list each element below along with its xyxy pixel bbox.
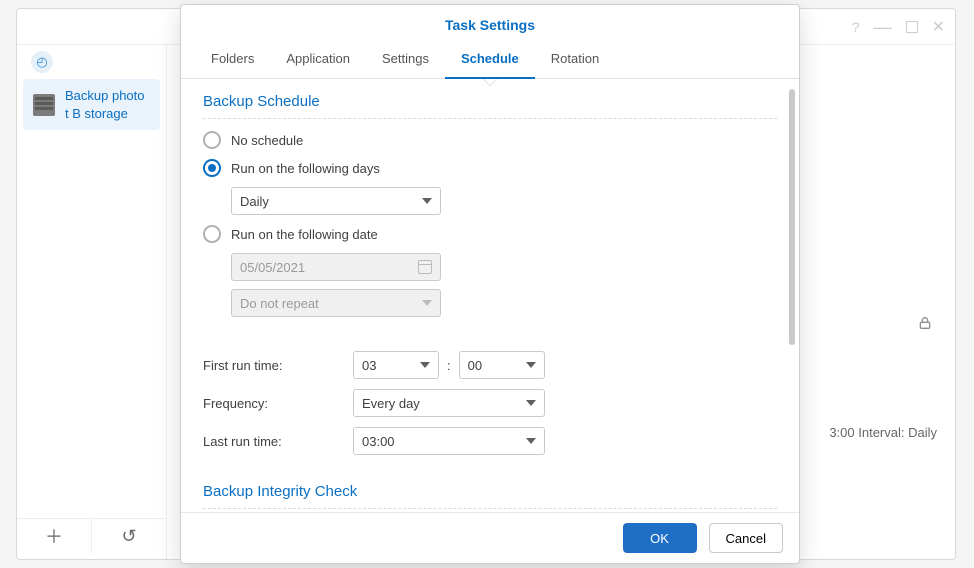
select-value: 03 <box>362 358 376 373</box>
chevron-down-icon <box>420 362 430 368</box>
cancel-button[interactable]: Cancel <box>709 523 783 553</box>
select-value: Do not repeat <box>240 296 319 311</box>
history-icon: ↺ <box>121 526 136 546</box>
chevron-down-icon <box>526 362 536 368</box>
tab-rotation[interactable]: Rotation <box>535 41 615 78</box>
tab-folders[interactable]: Folders <box>195 41 270 78</box>
tab-bar: Folders Application Settings Schedule Ro… <box>181 41 799 79</box>
add-task-button[interactable]: ＋ <box>17 519 92 553</box>
radio-label: Run on the following days <box>231 161 380 176</box>
tab-schedule[interactable]: Schedule <box>445 41 535 78</box>
radio-following-days[interactable]: Run on the following days <box>203 159 777 177</box>
select-value: Daily <box>240 194 269 209</box>
select-value: Every day <box>362 396 420 411</box>
radio-icon <box>203 225 221 243</box>
time-separator: : <box>447 358 451 373</box>
scrollbar[interactable] <box>789 89 795 502</box>
frequency-label: Frequency: <box>203 396 353 411</box>
section-integrity-check: Backup Integrity Check <box>203 483 777 509</box>
calendar-icon <box>418 260 432 274</box>
days-select[interactable]: Daily <box>231 187 441 215</box>
app-icon: ◴ <box>31 51 53 73</box>
dialog-footer: OK Cancel <box>181 512 799 563</box>
last-run-select[interactable]: 03:00 <box>353 427 545 455</box>
radio-icon <box>203 131 221 149</box>
lock-icon[interactable] <box>917 315 933 334</box>
maximize-icon[interactable] <box>906 21 918 33</box>
radio-no-schedule[interactable]: No schedule <box>203 131 777 149</box>
chevron-down-icon <box>526 400 536 406</box>
repeat-select: Do not repeat <box>231 289 441 317</box>
dialog-title: Task Settings <box>181 5 799 41</box>
date-value: 05/05/2021 <box>240 260 305 275</box>
scroll-thumb[interactable] <box>789 89 795 345</box>
schedule-summary-text: 3:00 Interval: Daily <box>829 425 937 440</box>
frequency-select[interactable]: Every day <box>353 389 545 417</box>
chevron-down-icon <box>422 300 432 306</box>
radio-icon <box>203 159 221 177</box>
section-backup-schedule: Backup Schedule <box>203 93 777 119</box>
select-value: 00 <box>468 358 482 373</box>
task-list-item[interactable]: Backup photo t B storage <box>23 79 160 130</box>
select-value: 03:00 <box>362 434 395 449</box>
first-run-min-select[interactable]: 00 <box>459 351 545 379</box>
last-run-label: Last run time: <box>203 434 353 449</box>
close-icon[interactable]: ✕ <box>932 17 945 37</box>
first-run-hour-select[interactable]: 03 <box>353 351 439 379</box>
radio-label: No schedule <box>231 133 303 148</box>
radio-label: Run on the following date <box>231 227 378 242</box>
chevron-down-icon <box>526 438 536 444</box>
history-button[interactable]: ↺ <box>92 519 166 553</box>
dialog-body: Backup Schedule No schedule Run on the f… <box>181 79 799 512</box>
storage-icon <box>33 94 55 116</box>
date-field: 05/05/2021 <box>231 253 441 281</box>
help-icon[interactable]: ? <box>852 19 860 35</box>
chevron-down-icon <box>422 198 432 204</box>
tab-settings[interactable]: Settings <box>366 41 445 78</box>
tab-application[interactable]: Application <box>270 41 366 78</box>
radio-following-date[interactable]: Run on the following date <box>203 225 777 243</box>
minimize-icon[interactable]: — <box>874 23 892 31</box>
plus-icon: ＋ <box>45 527 63 547</box>
first-run-label: First run time: <box>203 358 353 373</box>
sidebar: ◴ Backup photo t B storage ＋ ↺ <box>17 45 167 559</box>
task-settings-dialog: Task Settings Folders Application Settin… <box>180 4 800 564</box>
ok-button[interactable]: OK <box>623 523 697 553</box>
task-label: Backup photo t B storage <box>65 87 150 122</box>
